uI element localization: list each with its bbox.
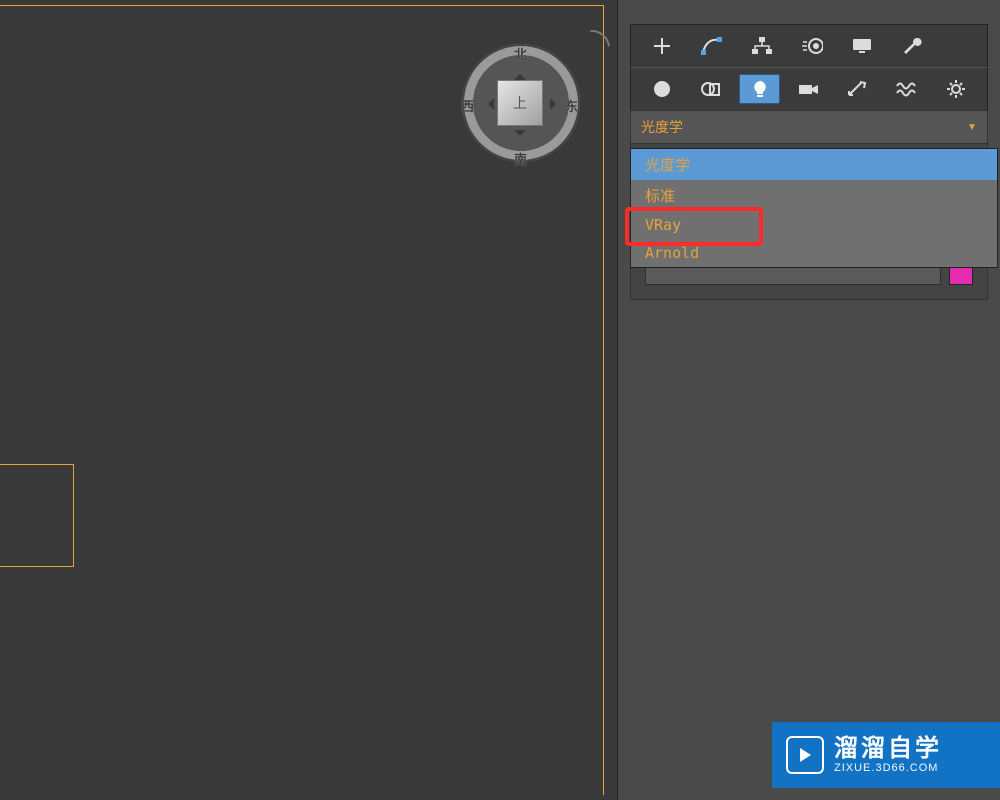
- viewcube-rotate-arc[interactable]: [567, 23, 618, 74]
- subtab-cameras[interactable]: [788, 74, 829, 104]
- command-panel: 光度学 ▼ 太阳定位器 光度学 标准 VRay Arnold ▼ 名称和颜色: [617, 0, 1000, 800]
- viewcube-arrow-right[interactable]: [550, 98, 562, 110]
- viewcube-south-label[interactable]: 南: [514, 149, 527, 168]
- sphere-icon: [652, 79, 672, 99]
- dropdown-item-photometric[interactable]: 光度学: [631, 149, 997, 180]
- hierarchy-icon: [751, 36, 773, 56]
- tab-display[interactable]: [841, 31, 883, 61]
- subtab-spacewarps[interactable]: [887, 74, 928, 104]
- watermark-url: ZIXUE.3D66.COM: [834, 762, 942, 774]
- motion-icon: [801, 36, 823, 56]
- category-dropdown[interactable]: 光度学 ▼: [630, 110, 988, 144]
- dropdown-item-vray[interactable]: VRay: [631, 211, 997, 239]
- helpers-icon: [847, 79, 869, 99]
- subtab-lights[interactable]: [739, 74, 780, 104]
- viewcube-top-label: 上: [513, 93, 527, 113]
- viewcube-arrow-down[interactable]: [514, 130, 526, 142]
- viewcube-arrow-up[interactable]: [514, 68, 526, 80]
- modify-icon: [701, 36, 723, 56]
- wrench-icon: [901, 36, 923, 56]
- camera-icon: [798, 79, 820, 99]
- tab-create[interactable]: [641, 31, 683, 61]
- subtab-shapes[interactable]: [690, 74, 731, 104]
- subtab-helpers[interactable]: [838, 74, 879, 104]
- shapes-icon: [701, 79, 721, 99]
- viewcube-west-label[interactable]: 西: [461, 96, 474, 115]
- viewcube-top-face[interactable]: 上: [497, 80, 543, 126]
- spacewarps-icon: [896, 79, 918, 99]
- viewcube-arrow-left[interactable]: [482, 98, 494, 110]
- viewport[interactable]: 北 南 东 西 上: [0, 0, 617, 800]
- watermark: 溜溜自学 ZIXUE.3D66.COM: [772, 722, 1000, 788]
- subtab-systems[interactable]: [936, 74, 977, 104]
- category-dropdown-list: 光度学 标准 VRay Arnold: [630, 148, 998, 268]
- chevron-down-icon: ▼: [967, 122, 977, 133]
- viewcube-north-label[interactable]: 北: [514, 44, 527, 63]
- plus-icon: [652, 36, 672, 56]
- viewcube[interactable]: 北 南 东 西 上: [454, 24, 614, 184]
- tab-utilities[interactable]: [891, 31, 933, 61]
- lightbulb-icon: [750, 79, 770, 99]
- tab-modify[interactable]: [691, 31, 733, 61]
- category-dropdown-label: 光度学: [641, 117, 683, 137]
- tab-motion[interactable]: [791, 31, 833, 61]
- display-icon: [851, 36, 873, 56]
- selection-outline: [0, 464, 74, 567]
- tab-hierarchy[interactable]: [741, 31, 783, 61]
- viewcube-east-label[interactable]: 东: [565, 96, 578, 115]
- sub-tab-row: [630, 67, 988, 110]
- main-tab-row: [630, 24, 988, 67]
- subtab-geometry[interactable]: [641, 74, 682, 104]
- watermark-play-icon: [786, 736, 824, 774]
- watermark-title: 溜溜自学: [834, 736, 942, 762]
- gear-icon: [946, 79, 966, 99]
